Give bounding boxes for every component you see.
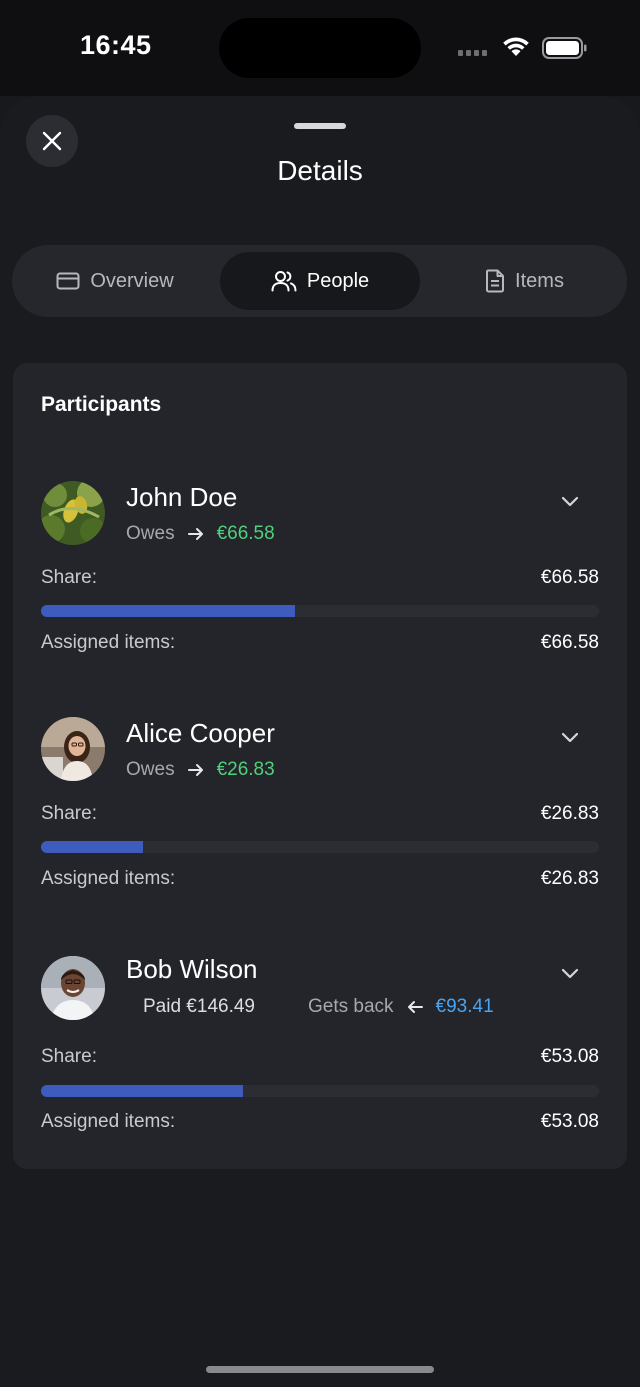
segmented-tabs: Overview People Items (12, 245, 627, 317)
tab-people-label: People (306, 269, 370, 292)
share-progress-bar (41, 605, 599, 617)
sheet-title: Details (277, 155, 363, 186)
participant-name: Bob Wilson (126, 954, 258, 984)
chevron-down-icon[interactable] (560, 495, 580, 509)
assigned-items-label: Assigned items: (41, 1111, 176, 1132)
avatar (41, 956, 105, 1020)
avatar (41, 717, 105, 781)
participant-name: John Doe (126, 482, 238, 512)
close-icon (42, 131, 62, 151)
cellular-signal-icon (458, 50, 487, 56)
gets-back-amount: €93.41 (435, 996, 494, 1017)
share-value: €26.83 (540, 803, 599, 824)
participant-row[interactable]: Bob Wilson Paid €146.49 Gets back €93.41… (13, 932, 627, 1168)
assigned-items-value: €66.58 (540, 632, 599, 653)
share-progress-bar (41, 1085, 599, 1097)
tab-people[interactable]: People (220, 252, 420, 310)
wifi-icon (503, 37, 529, 56)
participants-card: Participants John Doe Owes €66.58 Share:… (13, 363, 627, 1169)
share-progress-bar (41, 841, 599, 853)
arrow-right-icon (187, 764, 203, 776)
tab-overview[interactable]: Overview (12, 252, 218, 310)
owes-amount: €26.83 (216, 759, 275, 780)
arrow-left-icon (407, 1001, 423, 1013)
share-progress-fill (41, 605, 295, 617)
chevron-down-icon[interactable] (560, 967, 580, 981)
sheet-grabber[interactable] (294, 123, 346, 129)
battery-icon (542, 37, 587, 59)
assigned-items-label: Assigned items: (41, 632, 176, 653)
tab-overview-label: Overview (90, 269, 174, 292)
assigned-items-label: Assigned items: (41, 868, 176, 889)
document-icon (486, 269, 505, 293)
people-icon (271, 271, 297, 292)
details-sheet: Details Overview People Items Participan… (0, 96, 640, 1387)
card-icon (56, 272, 80, 290)
share-progress-fill (41, 1085, 243, 1097)
owes-label: Owes (126, 523, 175, 544)
dynamic-island (219, 18, 421, 78)
arrow-right-icon (187, 528, 203, 540)
avatar (41, 481, 105, 545)
assigned-items-value: €53.08 (540, 1111, 599, 1132)
share-label: Share: (41, 1046, 97, 1067)
share-value: €53.08 (540, 1046, 599, 1067)
owes-label: Owes (126, 759, 175, 780)
share-label: Share: (41, 803, 97, 824)
share-label: Share: (41, 567, 97, 588)
share-value: €66.58 (540, 567, 599, 588)
gets-back-label: Gets back (308, 996, 394, 1017)
gets-back-status: Gets back €93.41 (308, 996, 494, 1018)
owes-amount: €66.58 (216, 523, 275, 544)
tab-items[interactable]: Items (422, 252, 627, 310)
status-bar: 16:45 (0, 0, 640, 96)
tab-items-label: Items (515, 269, 564, 292)
participant-row[interactable]: John Doe Owes €66.58 Share: €66.58 Assig… (13, 460, 627, 696)
participant-row[interactable]: Alice Cooper Owes €26.83 Share: €26.83 A… (13, 696, 627, 932)
owes-status: Owes €66.58 (126, 523, 275, 545)
assigned-items-value: €26.83 (540, 868, 599, 889)
paid-amount: Paid €146.49 (143, 996, 255, 1017)
status-time: 16:45 (80, 30, 152, 60)
chevron-down-icon[interactable] (560, 731, 580, 745)
participant-name: Alice Cooper (126, 718, 275, 748)
owes-status: Owes €26.83 (126, 759, 275, 781)
home-indicator (206, 1366, 434, 1373)
share-progress-fill (41, 841, 144, 853)
participants-title: Participants (41, 393, 162, 416)
